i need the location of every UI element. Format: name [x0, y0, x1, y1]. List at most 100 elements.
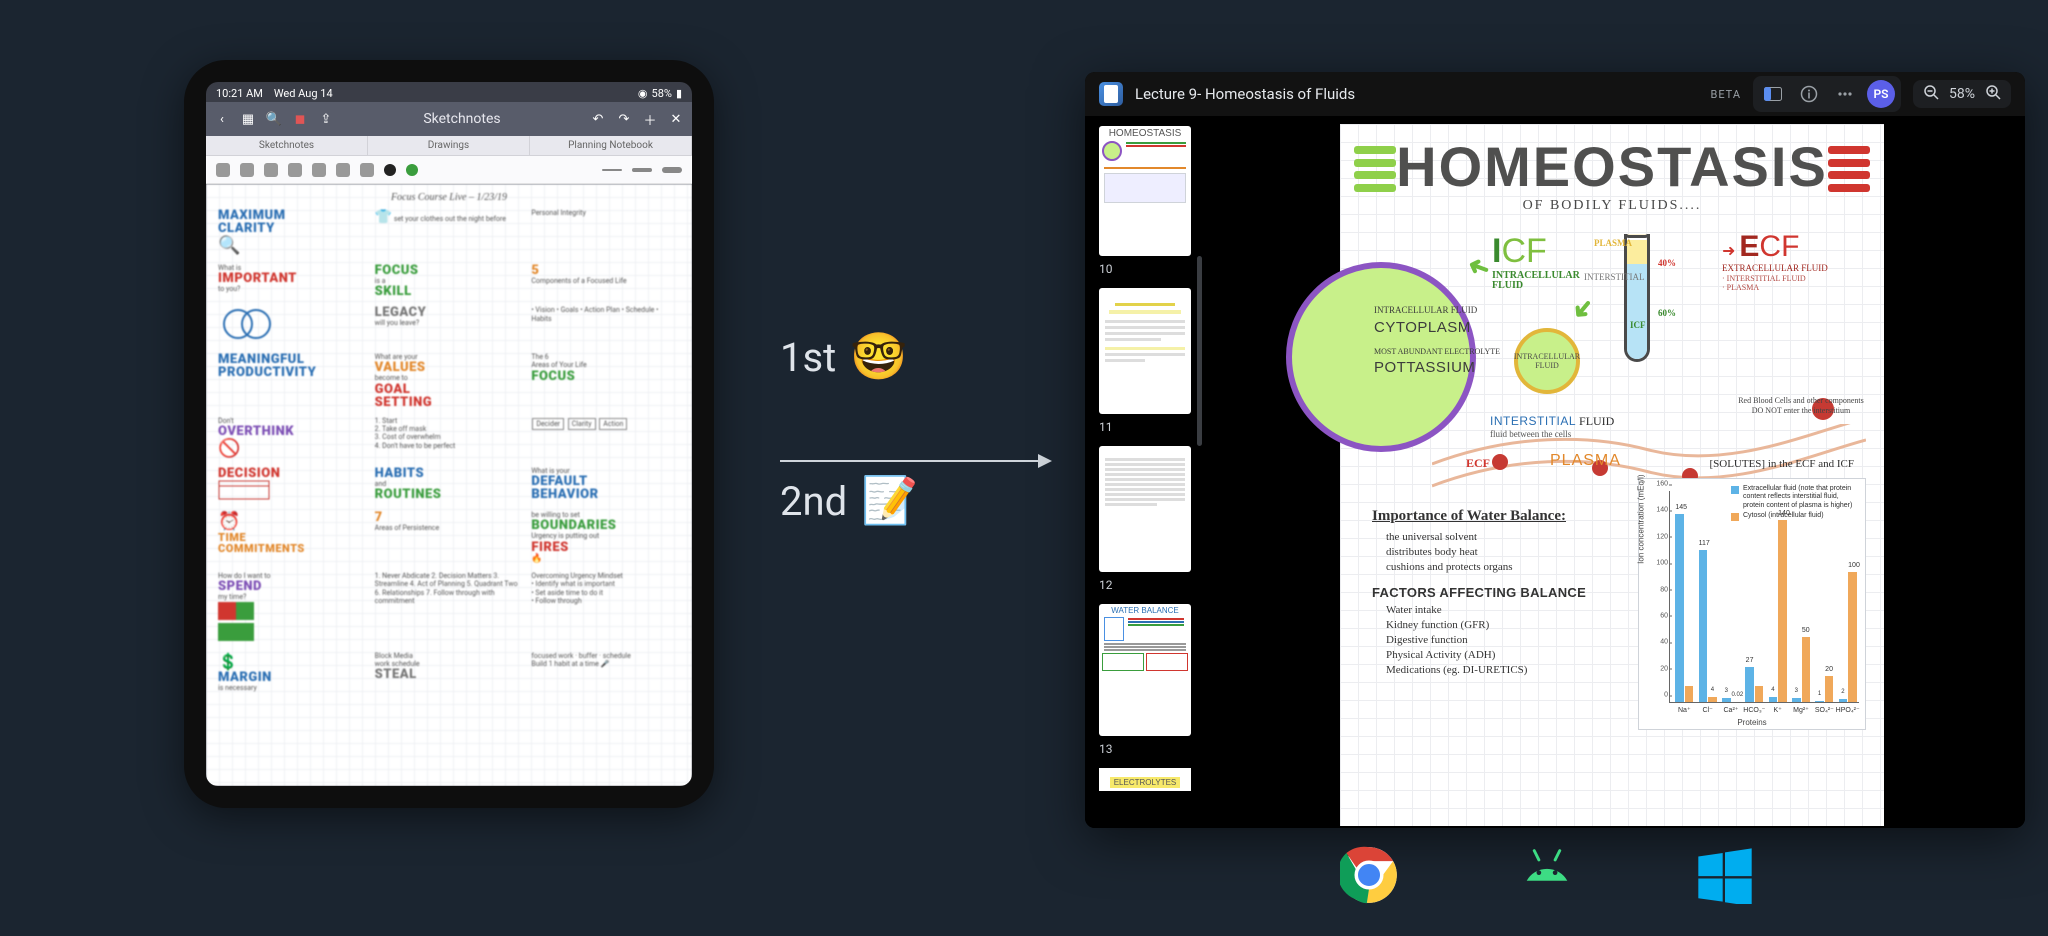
chart-plot: 020406080100120140160145Na⁺1174Cl⁻30.02C…: [1669, 491, 1859, 703]
note-viewport[interactable]: HOMEOSTASIS OF BODILY FLUIDS.... ICF INT…: [1205, 116, 2025, 828]
stroke-thick[interactable]: [662, 167, 682, 173]
word-setting: SETTING: [375, 396, 524, 409]
page-thumb-11[interactable]: [1099, 288, 1191, 414]
info-icon[interactable]: [1795, 80, 1823, 108]
app-titlebar: Lecture 9- Homeostasis of Fluids BETA PS…: [1085, 72, 2025, 116]
chart-category: SO₄²⁻: [1812, 706, 1836, 714]
thumb-num-10: 10: [1099, 262, 1195, 276]
money-icon: 💲: [218, 652, 238, 671]
color-black[interactable]: [384, 164, 396, 176]
stroke-thin[interactable]: [602, 169, 622, 171]
sketch-box-2: Personal Integrity: [529, 207, 682, 258]
pen-tool[interactable]: [216, 163, 230, 177]
status-date: Wed Aug 14: [274, 87, 333, 100]
close-icon[interactable]: ✕: [668, 111, 684, 127]
word-meaningful: MEANINGFUL: [218, 353, 367, 366]
chart-bar: 100: [1848, 572, 1857, 702]
word-commitments: COMMITMENTS: [218, 543, 367, 554]
solutes-chart: Extracellular fluid (note that protein c…: [1638, 478, 1866, 730]
list-item: Kidney function (GFR): [1386, 619, 1612, 631]
thumbnail-rail[interactable]: HOMEOSTASIS 10: [1085, 116, 1205, 828]
stroke-med[interactable]: [632, 168, 652, 172]
page-thumb-13[interactable]: WATER BALANCE: [1099, 604, 1191, 736]
word-routines: ROUTINES: [375, 488, 524, 501]
word-behavior: BEHAVIOR: [531, 488, 680, 501]
chart-bar-group: 4140K⁺: [1769, 520, 1787, 702]
thumb-num-12: 12: [1099, 578, 1195, 592]
list-4: Overcoming Urgency Mindset• Identify wha…: [529, 570, 682, 646]
redo-icon[interactable]: ↷: [616, 111, 632, 127]
list-item: Water intake: [1386, 604, 1612, 616]
chart-bar-group: 120SO₄²⁻: [1815, 676, 1833, 702]
color-green[interactable]: [406, 164, 418, 176]
thumb-scrollbar[interactable]: [1197, 256, 1202, 446]
importance-heading: Importance of Water Balance:: [1372, 508, 1612, 525]
grid-icon[interactable]: ▦: [240, 111, 256, 127]
word-spend: SPEND: [218, 580, 367, 593]
thumb-num-11: 11: [1099, 420, 1195, 434]
chart-category: K⁺: [1766, 706, 1790, 714]
chart-bar: 140: [1778, 520, 1787, 702]
chart-ytick: 40: [1650, 639, 1668, 646]
page-thumb-10[interactable]: HOMEOSTASIS: [1099, 126, 1191, 256]
highlighter-tool[interactable]: [264, 163, 278, 177]
avatar[interactable]: PS: [1867, 80, 1895, 108]
more-icon[interactable]: [1831, 80, 1859, 108]
tab-sketchnotes[interactable]: Sketchnotes: [206, 136, 368, 155]
test-tube: [1624, 234, 1650, 362]
panel-toggle-icon[interactable]: [1759, 80, 1787, 108]
word-important: IMPORTANT: [218, 272, 367, 285]
eraser-tool[interactable]: [288, 163, 302, 177]
search-icon[interactable]: 🔍: [266, 111, 282, 127]
tab-planning[interactable]: Planning Notebook: [530, 136, 692, 155]
windows-icon: [1696, 846, 1754, 904]
chrome-icon: [1340, 846, 1398, 904]
word-focus2: FOCUS: [531, 370, 680, 383]
chart-category: Na⁺: [1672, 706, 1696, 714]
sketchnote-page[interactable]: Focus Course Live – 1/23/19 MAXIMUM CLAR…: [206, 184, 692, 786]
text-tool[interactable]: [360, 163, 374, 177]
add-icon[interactable]: ＋: [642, 111, 658, 127]
list-3: 1. Never Abdicate 2. Decision Matters 3.…: [373, 570, 526, 646]
chart-bar: [1685, 686, 1694, 702]
page-thumb-12[interactable]: [1099, 446, 1191, 572]
venn-diagram: [216, 304, 369, 346]
chart-ytick: 160: [1650, 481, 1668, 488]
clock-icon: ⏰: [218, 511, 240, 532]
word-goal: GOAL: [375, 383, 524, 396]
chart-bar: 117: [1699, 550, 1708, 702]
app-icon: [1099, 82, 1123, 106]
zoom-in-button[interactable]: [1985, 84, 2001, 104]
lasso-tool[interactable]: [312, 163, 326, 177]
flow-boxes: Decider Clarity Action: [529, 415, 682, 461]
solutes-label: [SOLUTES] in the ECF and ICF: [1709, 458, 1854, 470]
chart-bar-group: 2100HPO₄²⁻: [1839, 572, 1857, 702]
icf-label: ICF INTRACELLULARFLUID: [1492, 232, 1580, 291]
chart-ytick: 120: [1650, 533, 1668, 540]
note-title: HOMEOSTASIS: [1340, 134, 1884, 199]
back-icon[interactable]: ‹: [214, 111, 230, 127]
list-item: Digestive function: [1386, 634, 1612, 646]
word-clarity: CLARITY: [218, 222, 367, 235]
goodnotes-window: Lecture 9- Homeostasis of Fluids BETA PS…: [1085, 72, 2025, 828]
undo-icon[interactable]: ↶: [590, 111, 606, 127]
share-icon[interactable]: ⇪: [318, 111, 334, 127]
tab-drawings[interactable]: Drawings: [368, 136, 530, 155]
word-six: The 6: [531, 353, 680, 361]
cell-small: INTRACELLULAR FLUID: [1514, 328, 1580, 394]
doc-title[interactable]: Sketchnotes: [344, 111, 580, 127]
word-boundaries: BOUNDARIES: [531, 519, 680, 532]
shape-tool[interactable]: [336, 163, 350, 177]
status-battery: 58%: [652, 87, 672, 100]
doc-tabs: Sketchnotes Drawings Planning Notebook: [206, 136, 692, 156]
ipad-screen: 10:21 AM Wed Aug 14 ◉ 58% ▮ ‹ ▦ 🔍 ◼ ⇪ Sk…: [206, 82, 692, 786]
zoom-out-button[interactable]: [1923, 84, 1939, 104]
pencil-tool[interactable]: [240, 163, 254, 177]
chart-category: HCO₃⁻: [1742, 706, 1766, 714]
word-five: 5: [531, 264, 680, 277]
calendar-icon: [218, 480, 270, 500]
note-page[interactable]: HOMEOSTASIS OF BODILY FLUIDS.... ICF INT…: [1340, 124, 1884, 826]
arrow-icon: [780, 460, 1050, 462]
bookmark-icon[interactable]: ◼: [292, 111, 308, 127]
chart-bar-group: 1174Cl⁻: [1699, 550, 1717, 702]
